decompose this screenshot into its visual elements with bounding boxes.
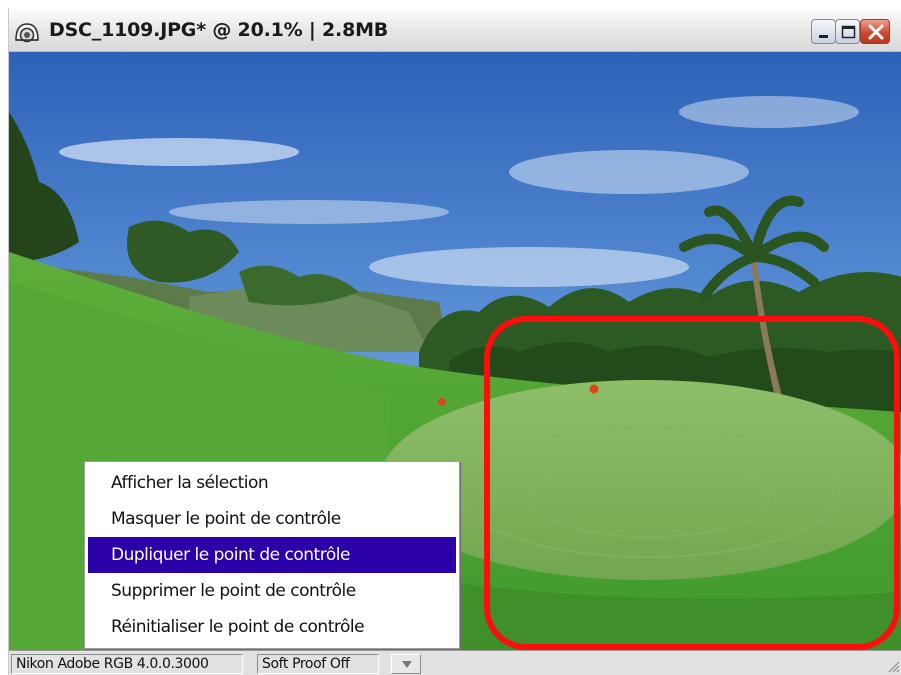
menu-item-show-selection[interactable]: Afficher la sélection: [88, 465, 456, 501]
menu-item-hide-control-point[interactable]: Masquer le point de contrôle: [88, 501, 456, 537]
window-title: DSC_1109.JPG* @ 20.1% | 2.8MB: [49, 19, 389, 41]
menu-item-delete-control-point[interactable]: Supprimer le point de contrôle: [88, 573, 456, 609]
resize-grip[interactable]: [886, 659, 900, 673]
chevron-down-icon: [402, 661, 412, 668]
maximize-button[interactable]: [835, 19, 860, 44]
menu-item-duplicate-control-point[interactable]: Dupliquer le point de contrôle: [88, 537, 456, 573]
color-profile-label: Nikon Adobe RGB 4.0.0.3000: [11, 654, 243, 674]
close-icon: [868, 24, 884, 40]
menu-item-reset-control-point[interactable]: Réinitialiser le point de contrôle: [88, 609, 456, 645]
aperture-icon: [13, 18, 41, 44]
title-bar[interactable]: DSC_1109.JPG* @ 20.1% | 2.8MB: [9, 8, 901, 52]
soft-proof-label: Soft Proof Off: [257, 654, 379, 674]
soft-proof-dropdown-button[interactable]: [391, 654, 421, 674]
context-menu: Afficher la sélection Masquer le point d…: [84, 461, 460, 649]
maximize-icon: [841, 25, 856, 39]
close-button[interactable]: [860, 19, 890, 44]
minimize-button[interactable]: [811, 19, 836, 44]
minimize-icon: [819, 35, 828, 38]
status-bar: Nikon Adobe RGB 4.0.0.3000 Soft Proof Of…: [9, 650, 901, 675]
